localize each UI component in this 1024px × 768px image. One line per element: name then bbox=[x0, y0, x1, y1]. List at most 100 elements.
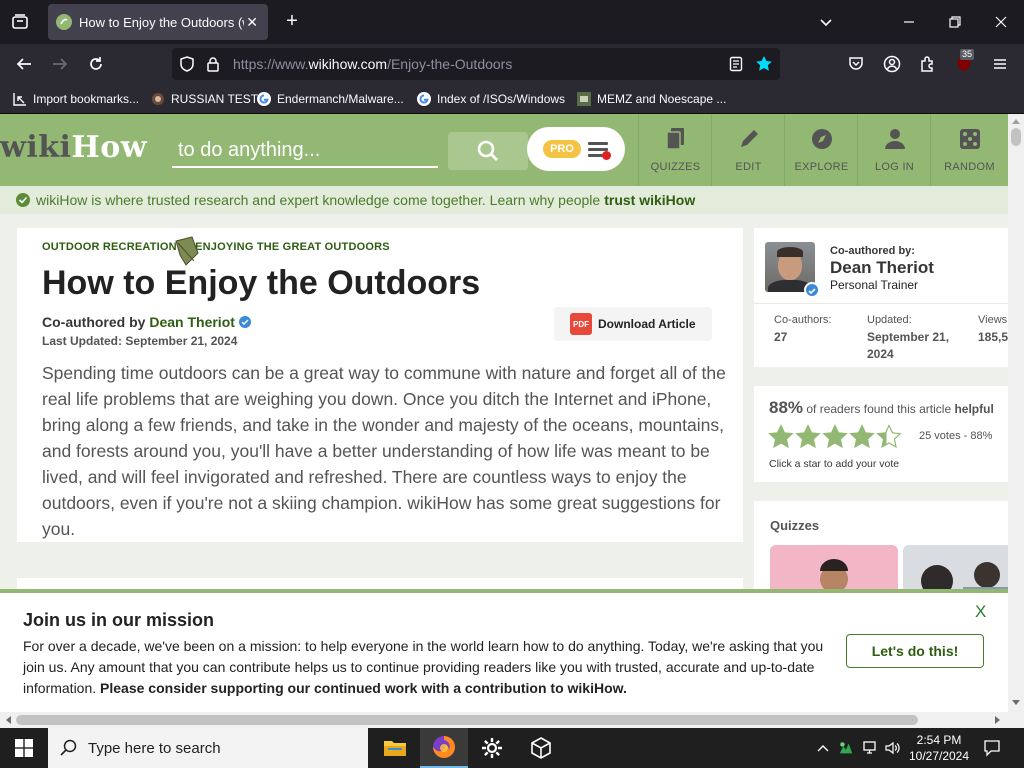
scroll-right-arrow-icon[interactable] bbox=[995, 716, 1001, 724]
verified-badge-icon bbox=[804, 282, 820, 298]
rating-tail: helpful bbox=[954, 402, 994, 416]
horizontal-scroll-thumb[interactable] bbox=[16, 715, 918, 725]
notifications-icon[interactable] bbox=[983, 739, 1001, 757]
vertical-scroll-thumb[interactable] bbox=[1011, 128, 1021, 146]
search-icon bbox=[477, 140, 498, 161]
scroll-down-arrow-icon[interactable] bbox=[1012, 700, 1020, 706]
tab-overflow-chevron-icon[interactable] bbox=[812, 8, 840, 36]
coauthor-card[interactable]: Co-authored by: Dean Theriot Personal Tr… bbox=[754, 228, 1008, 304]
forward-button[interactable] bbox=[48, 52, 72, 76]
url-text[interactable]: https://www.wikihow.com/Enjoy-the-Outdoo… bbox=[233, 56, 512, 72]
helpfulness-rating: 88% of readers found this article helpfu… bbox=[754, 386, 1008, 482]
rating-star-icon[interactable] bbox=[795, 424, 821, 450]
close-window-icon[interactable] bbox=[987, 8, 1015, 36]
restore-icon[interactable] bbox=[941, 8, 969, 36]
padlock-icon[interactable] bbox=[206, 56, 220, 72]
bookmark-index-isos[interactable]: Index of /ISOs/Windows bbox=[416, 90, 565, 108]
logo-part-wiki: wiki bbox=[0, 130, 72, 165]
bookmark-russian-test[interactable]: RUSSIAN TEST bbox=[150, 90, 258, 108]
mission-bold: Please consider supporting our continued… bbox=[100, 680, 627, 696]
download-article-button[interactable]: PDF Download Article bbox=[554, 307, 712, 341]
breadcrumb-outdoor-recreation[interactable]: OUTDOOR RECREATION bbox=[42, 241, 177, 253]
nav-label: QUIZZES bbox=[650, 161, 701, 173]
vertical-scrollbar[interactable] bbox=[1008, 114, 1024, 712]
rating-star-icon[interactable] bbox=[822, 424, 848, 450]
account-button[interactable] bbox=[880, 52, 904, 76]
reader-view-icon[interactable] bbox=[729, 56, 743, 72]
google-favicon bbox=[416, 91, 432, 107]
bookmark-star-icon[interactable] bbox=[755, 55, 773, 73]
check-circle-icon bbox=[16, 193, 30, 207]
breadcrumb-enjoying-outdoors[interactable]: ENJOYING THE GREAT OUTDOORS bbox=[195, 241, 390, 253]
nav-label: RANDOM bbox=[944, 161, 995, 173]
bookmark-label: RUSSIAN TEST bbox=[171, 92, 259, 106]
url-scheme: https://www. bbox=[233, 56, 309, 72]
rating-text: of readers found this article bbox=[806, 402, 952, 416]
horizontal-scrollbar[interactable] bbox=[0, 712, 1024, 728]
url-path: /Enjoy-the-Outdoors bbox=[387, 56, 513, 72]
stat-value: September 21, 2024 bbox=[867, 330, 950, 361]
site-search-field[interactable] bbox=[172, 134, 438, 168]
mission-message: For over a decade, we've been on a missi… bbox=[23, 636, 833, 699]
trust-wikihow-link[interactable]: trust wikiHow bbox=[604, 192, 695, 208]
scroll-left-arrow-icon[interactable] bbox=[5, 716, 11, 724]
tab-close-icon[interactable]: ✕ bbox=[244, 14, 260, 31]
extensions-button[interactable] bbox=[916, 52, 940, 76]
bookmark-endermanch[interactable]: Endermanch/Malware... bbox=[256, 90, 404, 108]
nav-explore[interactable]: EXPLORE bbox=[784, 114, 858, 186]
lets-do-this-button[interactable]: Let's do this! bbox=[846, 634, 984, 668]
browser-tab-active[interactable]: How to Enjoy the Outdoors (with Pictures… bbox=[48, 4, 268, 40]
taskbar-search-box[interactable]: Type here to search bbox=[48, 728, 368, 768]
pro-menu-button[interactable]: PRO bbox=[527, 127, 625, 171]
site-search-button[interactable] bbox=[448, 132, 528, 170]
wikihow-favicon bbox=[56, 14, 72, 30]
nav-random[interactable]: RANDOM bbox=[930, 114, 1008, 186]
tracking-protection-shield-icon[interactable] bbox=[179, 56, 195, 72]
taskbar-3d-viewer[interactable] bbox=[517, 728, 565, 768]
back-button[interactable] bbox=[12, 52, 36, 76]
nav-edit[interactable]: EDIT bbox=[711, 114, 785, 186]
pocket-button[interactable] bbox=[844, 52, 868, 76]
reload-button[interactable] bbox=[84, 52, 108, 76]
address-bar[interactable]: https://www.wikihow.com/Enjoy-the-Outdoo… bbox=[172, 48, 780, 80]
wikihow-header: wikiHow PRO QUIZZES EDIT EXPLORE bbox=[0, 114, 1008, 186]
forward-arrow-icon bbox=[53, 58, 68, 70]
nav-label: LOG IN bbox=[874, 161, 915, 173]
stat-label: Views: bbox=[978, 314, 1008, 326]
tray-app-icon[interactable] bbox=[838, 740, 854, 756]
new-tab-button[interactable]: + bbox=[280, 10, 304, 34]
app-menu-button[interactable] bbox=[988, 52, 1012, 76]
mission-title: Join us in our mission bbox=[23, 610, 215, 630]
author-link[interactable]: Dean Theriot bbox=[149, 314, 235, 330]
taskbar-file-explorer[interactable] bbox=[371, 728, 419, 768]
rating-star-icon[interactable] bbox=[849, 424, 875, 450]
rating-star-icon[interactable] bbox=[876, 424, 902, 450]
volume-icon[interactable] bbox=[885, 740, 901, 756]
ublock-extension-button[interactable]: 35 bbox=[952, 49, 976, 76]
taskbar-firefox[interactable] bbox=[420, 728, 468, 768]
coauthor-name[interactable]: Dean Theriot bbox=[830, 258, 934, 278]
scroll-up-arrow-icon[interactable] bbox=[1012, 118, 1020, 124]
bookmark-memz[interactable]: MEMZ and Noescape ... bbox=[576, 90, 726, 108]
tab-list-button[interactable] bbox=[8, 10, 32, 34]
minimize-icon[interactable] bbox=[895, 8, 923, 36]
last-updated: Last Updated: September 21, 2024 bbox=[42, 334, 238, 348]
site-search-input[interactable] bbox=[172, 134, 438, 166]
wikihow-logo[interactable]: wikiHow bbox=[0, 130, 147, 165]
show-hidden-icons-chevron-icon[interactable] bbox=[815, 740, 831, 756]
mission-close-button[interactable]: X bbox=[975, 602, 986, 622]
nav-login[interactable]: LOG IN bbox=[857, 114, 931, 186]
network-icon[interactable] bbox=[863, 740, 879, 756]
search-icon bbox=[60, 739, 77, 756]
nav-quizzes[interactable]: QUIZZES bbox=[638, 114, 712, 186]
taskbar-settings[interactable] bbox=[468, 728, 516, 768]
bookmarks-toolbar: Import bookmarks... RUSSIAN TEST Enderma… bbox=[0, 84, 1024, 114]
star-rating[interactable] bbox=[768, 424, 903, 452]
dice-icon bbox=[957, 126, 983, 152]
start-button[interactable] bbox=[0, 728, 48, 768]
mission-banner: Join us in our mission For over a decade… bbox=[0, 589, 1008, 712]
rating-star-icon[interactable] bbox=[768, 424, 794, 450]
bookmark-import[interactable]: Import bookmarks... bbox=[12, 90, 139, 108]
navigation-toolbar: https://www.wikihow.com/Enjoy-the-Outdoo… bbox=[0, 44, 1024, 84]
taskbar-clock[interactable]: 2:54 PM 10/27/2024 bbox=[905, 732, 973, 764]
